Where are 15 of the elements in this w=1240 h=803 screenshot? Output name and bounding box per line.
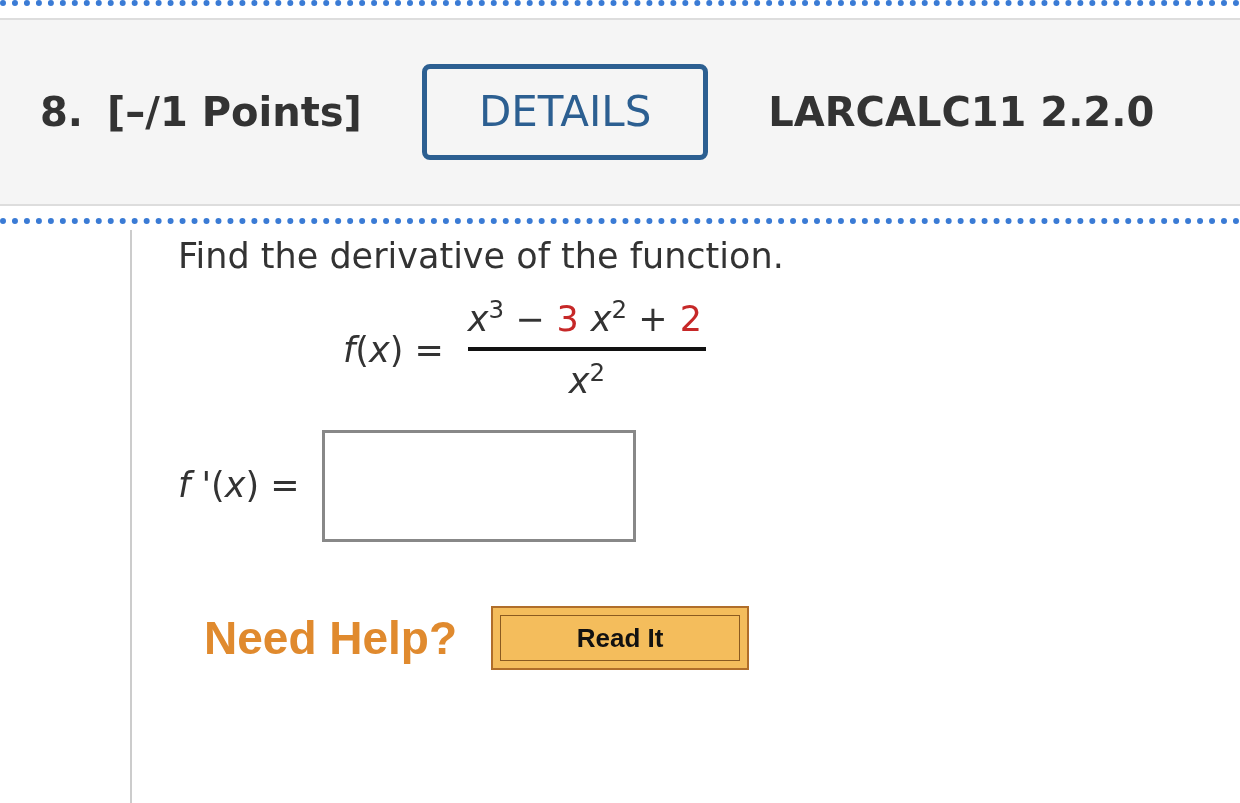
- source-label: LARCALC11 2.2.0: [768, 88, 1155, 137]
- answer-label: f '(x) =: [178, 464, 300, 508]
- need-help-label: Need Help?: [204, 610, 458, 666]
- answer-field[interactable]: [321, 429, 636, 542]
- question-text: Find the derivative of the function.: [178, 235, 785, 278]
- formula-term: x$^{2}$ +: [590, 294, 668, 341]
- formula-term: 3: [556, 297, 579, 341]
- formula-term: x$^{3}$ −: [467, 294, 545, 341]
- denominator: x$^{2}$: [568, 356, 605, 403]
- question-number: 8.: [40, 88, 84, 137]
- read-it-button[interactable]: Read It: [491, 606, 750, 670]
- formula-term: 2: [679, 297, 702, 341]
- details-button[interactable]: DETAILS: [421, 63, 709, 161]
- points-label: [–/1 Points]: [107, 88, 362, 137]
- formula-label: f(x) =: [343, 328, 444, 372]
